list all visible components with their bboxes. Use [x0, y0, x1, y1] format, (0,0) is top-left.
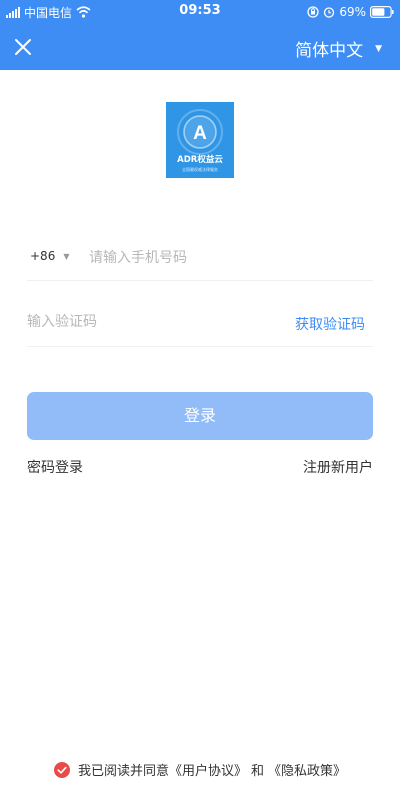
nav-bar: 简体中文 ▼: [0, 24, 400, 70]
phone-row: +86 ▼: [27, 236, 373, 281]
language-label: 简体中文: [295, 41, 364, 61]
phone-input[interactable]: [89, 246, 369, 270]
agreement-checkbox[interactable]: [53, 761, 70, 778]
agreement-row: 我已阅读并同意 《用户协议》 和 《隐私政策》: [0, 760, 400, 779]
status-bar: 中国电信 09:53 69%: [0, 0, 400, 24]
user-agreement-link[interactable]: 《用户协议》: [169, 760, 247, 779]
battery-percent: 69%: [339, 5, 366, 19]
login-button[interactable]: 登录: [27, 392, 373, 440]
alarm-icon: [324, 7, 335, 18]
logo-letter: A: [193, 123, 207, 144]
register-link[interactable]: 注册新用户: [303, 457, 373, 477]
language-selector[interactable]: 简体中文 ▼: [295, 36, 382, 61]
privacy-policy-link[interactable]: 《隐私政策》: [268, 760, 346, 779]
close-icon: [15, 39, 31, 55]
app-header: 中国电信 09:53 69% 简体中文 ▼: [0, 0, 400, 70]
logo-name: ADR权益云: [177, 154, 223, 165]
orientation-lock-icon: [307, 6, 319, 18]
country-code-selector[interactable]: +86 ▼: [30, 249, 69, 263]
logo-image: A ADR权益云 全国最权威法律服务: [177, 109, 223, 172]
logo-subtitle: 全国最权威法律服务: [182, 166, 218, 172]
status-right: 69%: [307, 4, 394, 20]
verification-code-input[interactable]: [27, 310, 247, 334]
country-code: +86: [30, 249, 56, 263]
app-logo: A ADR权益云 全国最权威法律服务: [166, 102, 234, 178]
agreement-and: 和: [251, 764, 265, 779]
code-row: 获取验证码: [27, 302, 373, 347]
password-login-link[interactable]: 密码登录: [27, 457, 83, 477]
battery-icon: [370, 6, 394, 18]
chevron-down-icon: ▼: [375, 43, 382, 54]
agreement-prefix: 我已阅读并同意: [77, 764, 169, 779]
close-button[interactable]: [10, 34, 36, 60]
chevron-down-icon: ▼: [63, 251, 70, 261]
get-code-button[interactable]: 获取验证码: [295, 314, 365, 334]
